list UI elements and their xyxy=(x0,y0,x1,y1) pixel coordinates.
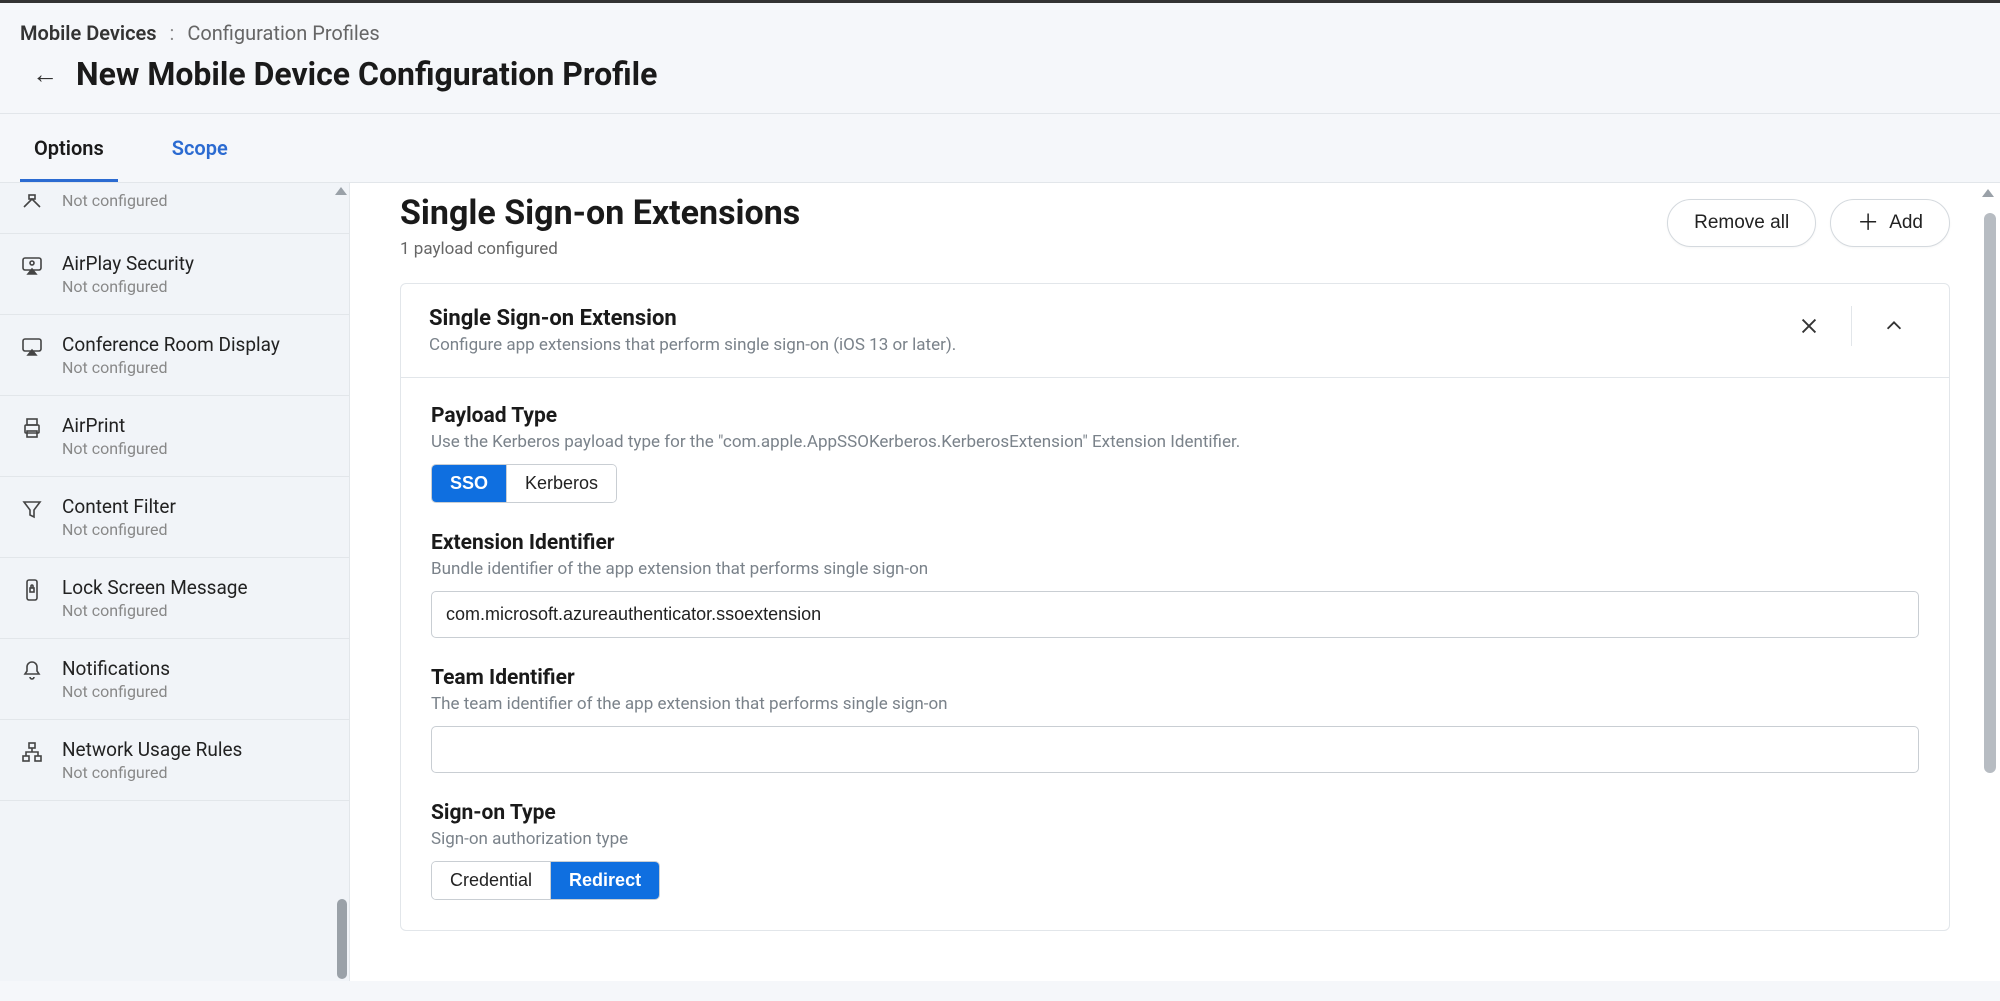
payload-type-desc: Use the Kerberos payload type for the "c… xyxy=(431,432,1919,452)
breadcrumb-separator: : xyxy=(170,21,175,45)
payload-type-kerberos-button[interactable]: Kerberos xyxy=(507,465,616,502)
card-description: Configure app extensions that perform si… xyxy=(429,335,956,355)
sidebar-item-sub: Not configured xyxy=(62,682,170,701)
sidebar-item-sub: Not configured xyxy=(62,277,194,296)
sidebar-item-airplay-security[interactable]: AirPlay Security Not configured xyxy=(0,234,349,315)
signon-type-segmented: Credential Redirect xyxy=(431,861,660,900)
field-extension-identifier: Extension Identifier Bundle identifier o… xyxy=(431,531,1919,638)
sidebar-item-sub: Not configured xyxy=(62,763,242,782)
sidebar-item-content-filter[interactable]: Content Filter Not configured xyxy=(0,477,349,558)
field-payload-type: Payload Type Use the Kerberos payload ty… xyxy=(431,404,1919,503)
add-label: Add xyxy=(1889,212,1923,234)
sidebar-item-notifications[interactable]: Notifications Not configured xyxy=(0,639,349,720)
sidebar-item-sub: Not configured xyxy=(62,439,168,458)
generic-icon xyxy=(20,191,44,215)
breadcrumb-config-profiles[interactable]: Configuration Profiles xyxy=(187,21,379,45)
sidebar: Not configured AirPlay Security Not conf… xyxy=(0,183,349,981)
airplay-lock-icon xyxy=(20,254,44,278)
display-icon xyxy=(20,335,44,359)
extension-identifier-input[interactable] xyxy=(431,591,1919,638)
sidebar-item-sub: Not configured xyxy=(62,601,248,620)
sidebar-item-sub: Not configured xyxy=(62,358,280,377)
signon-type-label: Sign-on Type xyxy=(431,801,1919,825)
sidebar-scroll-up-icon[interactable] xyxy=(335,187,347,195)
payload-type-label: Payload Type xyxy=(431,404,1919,428)
bell-icon xyxy=(20,659,44,683)
printer-icon xyxy=(20,416,44,440)
content-scrollbar-thumb[interactable] xyxy=(1984,213,1996,773)
plus-icon: ＋ xyxy=(1857,212,1879,234)
add-button[interactable]: ＋ Add xyxy=(1830,199,1950,247)
sidebar-item-conference-room-display[interactable]: Conference Room Display Not configured xyxy=(0,315,349,396)
phone-lock-icon xyxy=(20,578,44,602)
tab-scope[interactable]: Scope xyxy=(158,114,242,182)
section-title: Single Sign-on Extensions xyxy=(400,193,800,233)
team-identifier-desc: The team identifier of the app extension… xyxy=(431,694,1919,714)
card-title: Single Sign-on Extension xyxy=(429,306,956,331)
sso-extension-card: Single Sign-on Extension Configure app e… xyxy=(400,283,1950,931)
extension-identifier-desc: Bundle identifier of the app extension t… xyxy=(431,559,1919,579)
sidebar-scrollbar-thumb[interactable] xyxy=(337,899,347,979)
funnel-icon xyxy=(20,497,44,521)
extension-identifier-label: Extension Identifier xyxy=(431,531,1919,555)
breadcrumb-mobile-devices[interactable]: Mobile Devices xyxy=(20,21,157,45)
chevron-up-icon[interactable] xyxy=(1851,306,1921,346)
sidebar-item-label: Lock Screen Message xyxy=(62,576,248,599)
sidebar-item-label: AirPlay Security xyxy=(62,252,194,275)
network-icon xyxy=(20,740,44,764)
sidebar-item-label: Content Filter xyxy=(62,495,176,518)
back-arrow-icon[interactable]: ← xyxy=(20,59,58,90)
tab-options[interactable]: Options xyxy=(20,114,118,182)
sidebar-item-airprint[interactable]: AirPrint Not configured xyxy=(0,396,349,477)
signon-type-credential-button[interactable]: Credential xyxy=(432,862,551,899)
team-identifier-label: Team Identifier xyxy=(431,666,1919,690)
team-identifier-input[interactable] xyxy=(431,726,1919,773)
remove-all-label: Remove all xyxy=(1694,212,1789,234)
signon-type-redirect-button[interactable]: Redirect xyxy=(551,862,659,899)
sidebar-item-label: Notifications xyxy=(62,657,170,680)
payload-type-sso-button[interactable]: SSO xyxy=(432,465,507,502)
payload-type-segmented: SSO Kerberos xyxy=(431,464,617,503)
page-title: New Mobile Device Configuration Profile xyxy=(76,55,657,93)
tabs-bar: Options Scope xyxy=(0,113,2000,183)
content-scroll-up-icon[interactable] xyxy=(1982,189,1994,197)
remove-all-button[interactable]: Remove all xyxy=(1667,199,1816,247)
sidebar-item-network-usage-rules[interactable]: Network Usage Rules Not configured xyxy=(0,720,349,801)
sidebar-item-partial[interactable]: Not configured xyxy=(0,183,349,234)
sidebar-item-sub: Not configured xyxy=(62,520,176,539)
close-icon[interactable] xyxy=(1781,306,1837,346)
sidebar-item-label: Conference Room Display xyxy=(62,333,280,356)
section-subtitle: 1 payload configured xyxy=(400,239,800,259)
sidebar-item-label: Network Usage Rules xyxy=(62,738,242,761)
sidebar-item-label: AirPrint xyxy=(62,414,168,437)
sidebar-item-lock-screen-message[interactable]: Lock Screen Message Not configured xyxy=(0,558,349,639)
sidebar-item-sub: Not configured xyxy=(62,191,168,210)
field-signon-type: Sign-on Type Sign-on authorization type … xyxy=(431,801,1919,900)
breadcrumb: Mobile Devices : Configuration Profiles xyxy=(20,21,1980,45)
field-team-identifier: Team Identifier The team identifier of t… xyxy=(431,666,1919,773)
signon-type-desc: Sign-on authorization type xyxy=(431,829,1919,849)
